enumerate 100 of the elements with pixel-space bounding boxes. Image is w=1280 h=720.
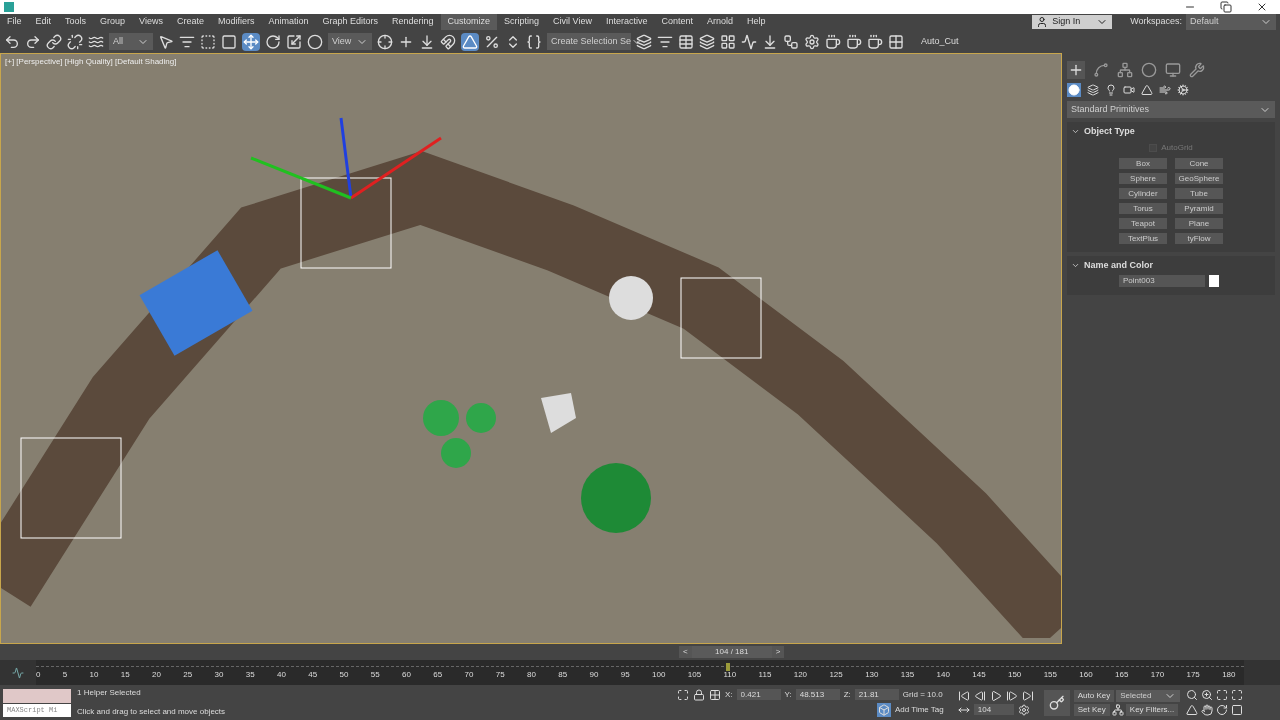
display-tab-icon[interactable] xyxy=(1165,62,1181,78)
field-of-view-icon[interactable] xyxy=(1186,704,1199,716)
next-frame-icon[interactable] xyxy=(1005,689,1018,702)
key-mode-dropdown[interactable]: Selected xyxy=(1116,689,1181,702)
primitive-button[interactable]: GeoSphere xyxy=(1175,172,1223,184)
time-slider-thumb[interactable]: < 104 / 181 > xyxy=(679,646,785,658)
pan-icon[interactable] xyxy=(1201,704,1214,716)
primitive-button[interactable]: Teapot xyxy=(1119,217,1167,229)
menu-item[interactable]: Views xyxy=(132,14,170,30)
time-configuration-icon[interactable] xyxy=(1017,703,1030,716)
zoom-extents-all-icon[interactable] xyxy=(1231,689,1244,701)
reference-coordinate-dropdown[interactable]: View xyxy=(328,33,372,50)
gear-icon[interactable] xyxy=(804,33,820,50)
primitive-button[interactable]: Plane xyxy=(1175,217,1223,229)
braces-icon[interactable] xyxy=(526,33,542,50)
menu-item[interactable]: Civil View xyxy=(546,14,599,30)
primitive-button[interactable]: Cylinder xyxy=(1119,187,1167,199)
absolute-mode-icon[interactable] xyxy=(709,688,721,701)
grid-icon[interactable] xyxy=(720,33,736,50)
link-icon[interactable] xyxy=(46,33,62,50)
category-dropdown[interactable]: Standard Primitives xyxy=(1067,101,1275,118)
geometry-button[interactable] xyxy=(1067,83,1081,97)
percent-snap-icon[interactable] xyxy=(484,33,500,50)
scale-icon[interactable] xyxy=(286,33,302,50)
shapes-icon[interactable] xyxy=(1087,84,1099,96)
menu-item[interactable]: Interactive xyxy=(598,14,655,30)
track-bar[interactable]: 0 5 10 15 20 25 30 35 40 45 50 55 60 65 70 75 80 85 90 95 100 105 110 115 120 125 130 135 140 145 150 155 160 165 170 175 180 xyxy=(36,660,1244,685)
curve-editor-icon[interactable] xyxy=(12,666,24,679)
previous-frame-icon[interactable] xyxy=(973,689,986,702)
schematic-view-icon[interactable] xyxy=(783,33,799,50)
circle-icon[interactable] xyxy=(307,33,323,50)
modify-tab-icon[interactable] xyxy=(1093,62,1109,78)
arrow-down-icon[interactable] xyxy=(419,33,435,50)
utilities-tab-icon[interactable] xyxy=(1189,62,1205,78)
menu-item[interactable]: Graph Editors xyxy=(315,14,385,30)
hierarchy-tab-icon[interactable] xyxy=(1117,62,1133,78)
menu-item[interactable]: File xyxy=(0,14,29,30)
lights-icon[interactable] xyxy=(1105,84,1117,96)
color-swatch[interactable] xyxy=(1209,275,1219,287)
angle-snap-button[interactable] xyxy=(461,32,479,51)
object-name-field[interactable]: Point003 xyxy=(1119,275,1205,287)
table-icon[interactable] xyxy=(678,33,694,50)
redo-icon[interactable] xyxy=(25,33,41,50)
zoom-icon[interactable] xyxy=(1186,689,1199,701)
selection-region-icon[interactable] xyxy=(200,33,216,50)
zoom-extents-icon[interactable] xyxy=(1216,689,1229,701)
layers-icon[interactable] xyxy=(699,33,715,50)
menu-item[interactable]: Scripting xyxy=(497,14,547,30)
cameras-icon[interactable] xyxy=(1123,84,1135,96)
lock-icon[interactable] xyxy=(693,688,705,701)
set-key-text-button[interactable]: Set Key xyxy=(1073,703,1110,716)
viewport-label[interactable]: [+] [Perspective] [High Quality] [Default Shading] xyxy=(5,56,177,68)
menu-item[interactable]: Edit xyxy=(28,14,59,30)
set-key-button[interactable] xyxy=(1043,689,1070,716)
time-slider-track[interactable]: < 104 / 181 > xyxy=(42,646,1240,658)
pivot-icon[interactable] xyxy=(377,33,393,50)
select-object-icon[interactable] xyxy=(158,33,174,50)
menu-item[interactable]: Tools xyxy=(58,14,94,30)
menu-item[interactable]: Rendering xyxy=(385,14,441,30)
rollout-header[interactable]: Name and Color xyxy=(1067,255,1275,275)
rotate-icon[interactable] xyxy=(265,33,281,50)
time-tag-button[interactable] xyxy=(877,702,891,717)
primitive-button[interactable]: Cone xyxy=(1175,157,1223,169)
menu-item[interactable]: Create xyxy=(169,14,211,30)
menu-item[interactable]: Group xyxy=(93,14,133,30)
menu-item[interactable]: Modifiers xyxy=(210,14,262,30)
teapot-icon[interactable] xyxy=(867,33,883,50)
maximize-viewport-icon[interactable] xyxy=(1231,704,1244,716)
move-tool-button[interactable] xyxy=(242,32,260,51)
rollout-header[interactable]: Object Type xyxy=(1067,122,1275,142)
restore-icon[interactable] xyxy=(1220,1,1232,13)
key-tangent-icon[interactable] xyxy=(1111,703,1124,716)
mirror-icon[interactable] xyxy=(636,33,652,50)
frame-field[interactable]: 104 xyxy=(973,704,1014,715)
primitive-button[interactable]: Sphere xyxy=(1119,172,1167,184)
isolate-icon[interactable] xyxy=(677,688,689,701)
play-icon[interactable] xyxy=(989,689,1002,702)
unlink-icon[interactable] xyxy=(67,33,83,50)
teapot-icon[interactable] xyxy=(846,33,862,50)
primitive-button[interactable]: Pyramid xyxy=(1175,202,1223,214)
menu-item[interactable]: Customize xyxy=(440,14,498,30)
primitive-button[interactable]: Tube xyxy=(1175,187,1223,199)
menu-item[interactable]: Animation xyxy=(261,14,316,30)
menu-item[interactable]: Help xyxy=(740,14,773,30)
primitive-button[interactable]: Torus xyxy=(1119,202,1167,214)
auto-key-button[interactable]: Auto Key xyxy=(1073,689,1115,702)
motion-tab-icon[interactable] xyxy=(1141,62,1157,78)
x-field[interactable]: 0.421 xyxy=(736,689,781,700)
teapot-icon[interactable] xyxy=(825,33,841,50)
selection-filter-dropdown[interactable]: All xyxy=(109,33,153,50)
menu-item[interactable]: Content xyxy=(654,14,700,30)
key-filters-button[interactable]: Key Filters... xyxy=(1125,703,1179,716)
orbit-icon[interactable] xyxy=(1216,704,1229,716)
systems-icon[interactable] xyxy=(1177,84,1189,96)
create-tab[interactable] xyxy=(1067,61,1085,79)
zoom-all-icon[interactable] xyxy=(1201,689,1214,701)
primitive-button[interactable]: tyFlow xyxy=(1175,232,1223,244)
sign-in-dropdown[interactable]: Sign In xyxy=(1032,15,1113,29)
menu-item[interactable]: Arnold xyxy=(700,14,740,30)
undo-icon[interactable] xyxy=(4,33,20,50)
